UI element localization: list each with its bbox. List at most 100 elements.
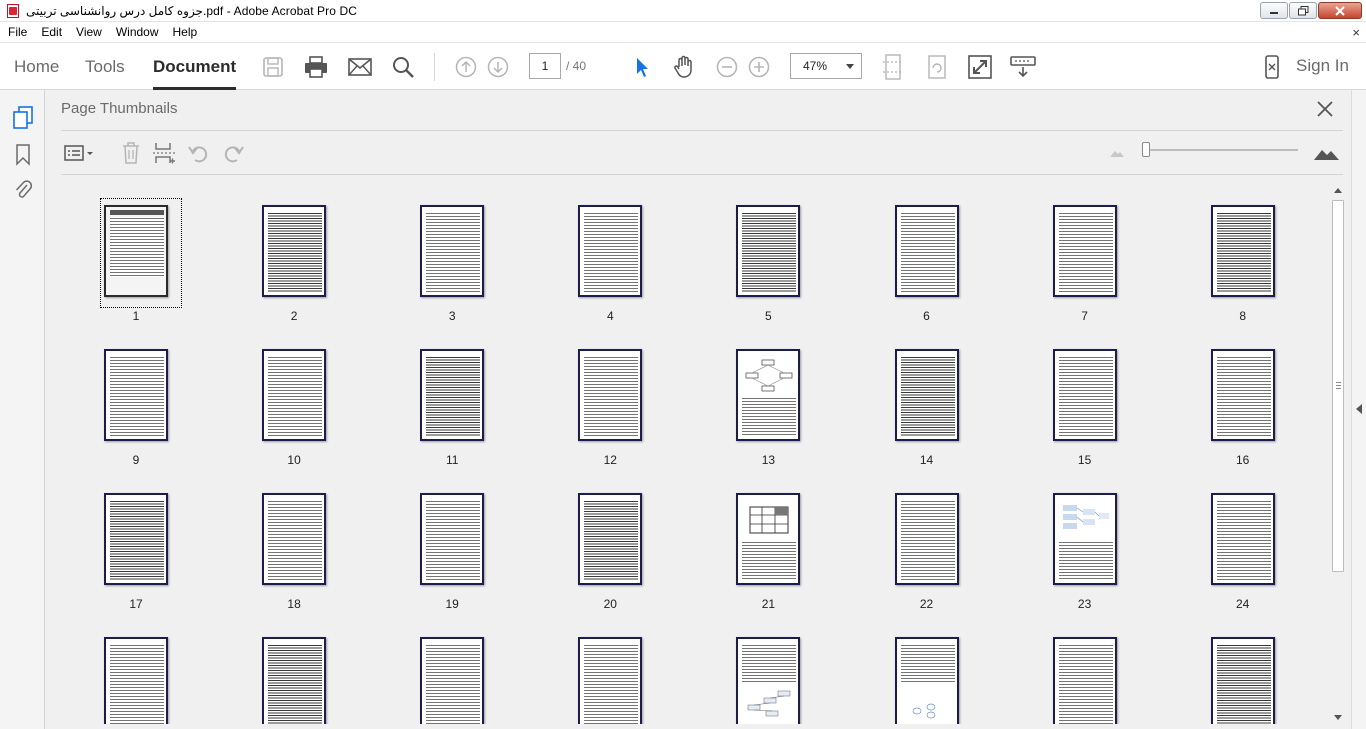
page-thumbnail[interactable]: 6 <box>887 185 967 330</box>
mobile-icon[interactable] <box>1259 54 1285 80</box>
page-number-label: 17 <box>129 597 143 611</box>
menu-help[interactable]: Help <box>166 22 205 42</box>
small-thumbnail-icon[interactable] <box>1104 140 1130 166</box>
page-number-input[interactable]: 1 <box>529 53 561 79</box>
page-thumbnail[interactable]: 1 <box>96 185 182 330</box>
full-screen-icon[interactable] <box>967 54 993 80</box>
page-number-label: 7 <box>1081 309 1088 323</box>
tab-document[interactable]: Document <box>153 43 237 90</box>
page-thumbnail[interactable]: 22 <box>887 473 967 618</box>
rotate-clockwise-icon[interactable] <box>220 140 246 166</box>
save-icon[interactable] <box>260 54 286 80</box>
page-thumbnail[interactable]: 17 <box>96 473 176 618</box>
page-thumbnail[interactable]: 13 <box>728 329 808 474</box>
page-thumbnail[interactable]: 31 <box>1045 617 1125 724</box>
email-icon[interactable] <box>347 54 373 80</box>
vertical-scrollbar[interactable] <box>1330 184 1347 724</box>
close-document-icon[interactable]: × <box>1352 25 1360 40</box>
menu-view[interactable]: View <box>69 22 109 42</box>
page-thumbnail[interactable]: 10 <box>254 329 334 474</box>
window-title: جزوه کامل درس روانشناسی تربیتی.pdf - Ado… <box>26 3 358 18</box>
bookmark-icon[interactable] <box>11 143 35 167</box>
page-thumbnail[interactable]: 24 <box>1203 473 1283 618</box>
close-window-button[interactable] <box>1318 2 1362 19</box>
print-icon[interactable] <box>303 54 329 80</box>
zoom-dropdown[interactable]: 47% <box>790 53 862 79</box>
page-thumbnail[interactable]: 15 <box>1045 329 1125 474</box>
page-thumbnail[interactable]: 28 <box>570 617 650 724</box>
page-thumbnail[interactable]: 11 <box>412 329 492 474</box>
menu-window[interactable]: Window <box>109 22 166 42</box>
page-thumbnail[interactable]: 19 <box>412 473 492 618</box>
menu-file[interactable]: File <box>0 22 34 42</box>
fit-page-icon[interactable] <box>880 54 906 80</box>
sign-in-button[interactable]: Sign In <box>1296 42 1349 90</box>
page-thumbnail[interactable]: 20 <box>570 473 650 618</box>
next-page-icon[interactable] <box>485 54 511 80</box>
page-preview <box>578 637 643 724</box>
delete-page-icon[interactable] <box>118 140 144 166</box>
menu-edit[interactable]: Edit <box>34 22 69 42</box>
page-thumbnail[interactable]: 4 <box>570 185 650 330</box>
page-thumbnail[interactable]: 23 <box>1045 473 1125 618</box>
insert-page-icon[interactable] <box>151 140 177 166</box>
page-thumbnail[interactable]: 2 <box>254 185 334 330</box>
page-thumbnail[interactable]: 16 <box>1203 329 1283 474</box>
attachment-icon[interactable] <box>11 178 35 202</box>
page-thumbnail[interactable]: 27 <box>412 617 492 724</box>
options-menu-icon[interactable] <box>62 140 96 166</box>
page-number-label: 1 <box>132 309 140 323</box>
page-preview <box>1052 637 1117 724</box>
slider-handle[interactable] <box>1142 142 1150 157</box>
right-pane-toggle[interactable] <box>1351 90 1366 729</box>
close-panel-icon[interactable] <box>1314 98 1336 120</box>
minimize-button[interactable] <box>1260 2 1288 19</box>
chevron-down-icon <box>846 64 854 69</box>
reading-mode-icon[interactable] <box>1010 54 1036 80</box>
page-thumbnail[interactable]: 5 <box>728 185 808 330</box>
page-thumbnails-icon[interactable] <box>11 106 35 130</box>
page-total: / 40 <box>566 59 587 73</box>
page-preview <box>894 205 959 297</box>
page-preview <box>420 349 485 441</box>
page-thumbnail[interactable]: 14 <box>887 329 967 474</box>
zoom-out-icon[interactable] <box>714 54 740 80</box>
restore-button[interactable] <box>1289 2 1317 19</box>
previous-page-icon[interactable] <box>453 54 479 80</box>
page-thumbnail[interactable]: 18 <box>254 473 334 618</box>
chevron-left-icon <box>1356 404 1362 414</box>
scroll-up-icon[interactable] <box>1334 188 1342 193</box>
zoom-in-icon[interactable] <box>746 54 772 80</box>
title-bar: جزوه کامل درس روانشناسی تربیتی.pdf - Ado… <box>0 0 1366 22</box>
search-icon[interactable] <box>390 54 416 80</box>
acrobat-icon <box>6 3 20 18</box>
page-thumbnail[interactable]: 9 <box>96 329 176 474</box>
page-preview <box>104 349 168 441</box>
scroll-down-icon[interactable] <box>1334 715 1342 720</box>
page-preview <box>1052 493 1117 585</box>
page-thumbnail[interactable]: 12 <box>570 329 650 474</box>
tab-home[interactable]: Home <box>14 43 59 90</box>
scroll-thumb[interactable] <box>1332 200 1344 572</box>
page-number-label: 11 <box>445 453 459 467</box>
page-thumbnail[interactable]: 32 <box>1203 617 1283 724</box>
thumbnail-size-slider[interactable] <box>1146 149 1298 151</box>
page-figure <box>744 503 795 537</box>
large-thumbnail-icon[interactable] <box>1311 140 1341 166</box>
hand-tool-icon[interactable] <box>671 54 697 80</box>
select-tool-icon[interactable] <box>629 54 655 80</box>
page-thumbnail[interactable]: 3 <box>412 185 492 330</box>
page-thumbnail[interactable]: 30 <box>887 617 967 724</box>
page-thumbnail[interactable]: 25 <box>96 617 176 724</box>
page-thumbnail[interactable]: 26 <box>254 617 334 724</box>
page-thumbnail[interactable]: 21 <box>728 473 808 618</box>
page-figure <box>744 359 795 393</box>
page-thumbnail[interactable]: 8 <box>1203 185 1283 330</box>
panel-title: Page Thumbnails <box>61 100 178 117</box>
tab-tools[interactable]: Tools <box>85 43 125 90</box>
page-thumbnail[interactable]: 7 <box>1045 185 1125 330</box>
page-preview <box>736 637 801 724</box>
page-thumbnail[interactable]: 29 <box>728 617 808 724</box>
rotate-counterclockwise-icon[interactable] <box>186 140 212 166</box>
rotate-page-icon[interactable] <box>924 54 950 80</box>
